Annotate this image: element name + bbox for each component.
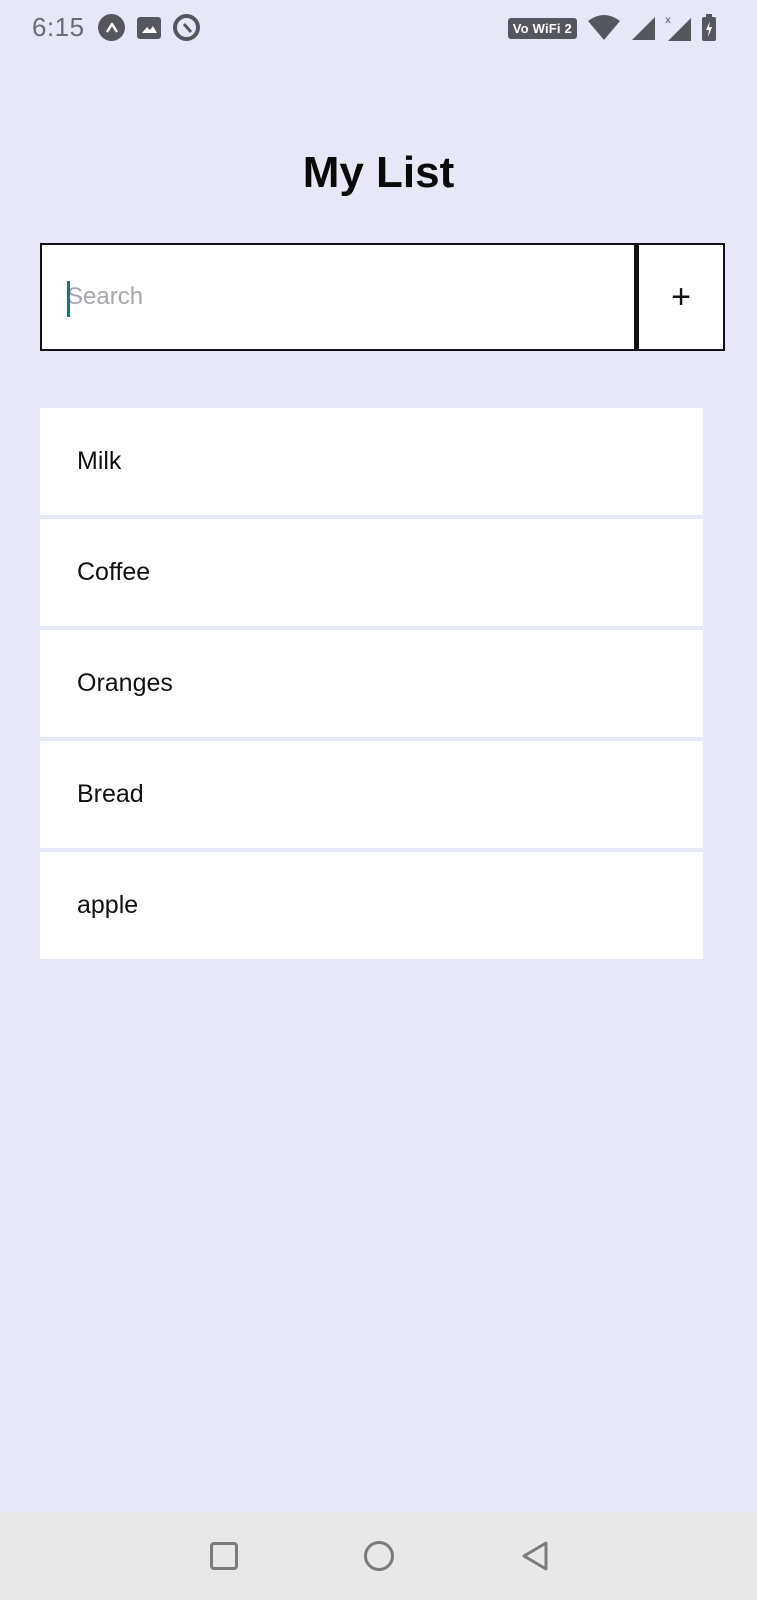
notification-icons [98, 14, 200, 41]
list-item-label: Oranges [77, 669, 173, 697]
search-row: + [40, 243, 725, 351]
signal-x-icon: x [665, 15, 691, 41]
gallery-icon [137, 16, 161, 39]
list-item[interactable]: Coffee [40, 519, 703, 626]
system-status-icons: Vo WiFi 2 x [507, 14, 717, 42]
app-screen: 6:15 Vo WiFi 2 x My List Search + Milk C… [0, 0, 757, 1600]
wifi-icon [588, 15, 620, 40]
app-icon [98, 14, 125, 41]
svg-text:x: x [665, 15, 671, 26]
search-input[interactable] [67, 245, 627, 349]
list-item[interactable]: Milk [40, 408, 703, 515]
search-box[interactable] [40, 243, 636, 351]
battery-charging-icon [702, 14, 716, 41]
signal-icon [632, 17, 655, 40]
add-button[interactable]: + [636, 243, 725, 351]
list-item-label: apple [77, 891, 139, 919]
item-list: Milk Coffee Oranges Bread apple [40, 408, 703, 963]
text-cursor [67, 281, 70, 317]
status-time: 6:15 [32, 12, 85, 42]
list-item-label: Coffee [77, 558, 151, 586]
plus-icon: + [671, 277, 691, 316]
list-item-label: Milk [77, 447, 122, 475]
page-title: My List [302, 148, 455, 197]
volte-wifi-badge: Vo WiFi 2 [507, 17, 577, 39]
list-item-label: Bread [77, 780, 144, 808]
sync-icon [173, 14, 200, 41]
recents-icon[interactable] [210, 1542, 238, 1570]
home-icon[interactable] [364, 1541, 394, 1571]
list-item[interactable]: Bread [40, 741, 703, 848]
back-icon[interactable] [520, 1540, 550, 1572]
list-item[interactable]: apple [40, 852, 703, 959]
list-item[interactable]: Oranges [40, 630, 703, 737]
status-bar: 6:15 Vo WiFi 2 x [0, 0, 757, 56]
navigation-bar [0, 1512, 757, 1600]
